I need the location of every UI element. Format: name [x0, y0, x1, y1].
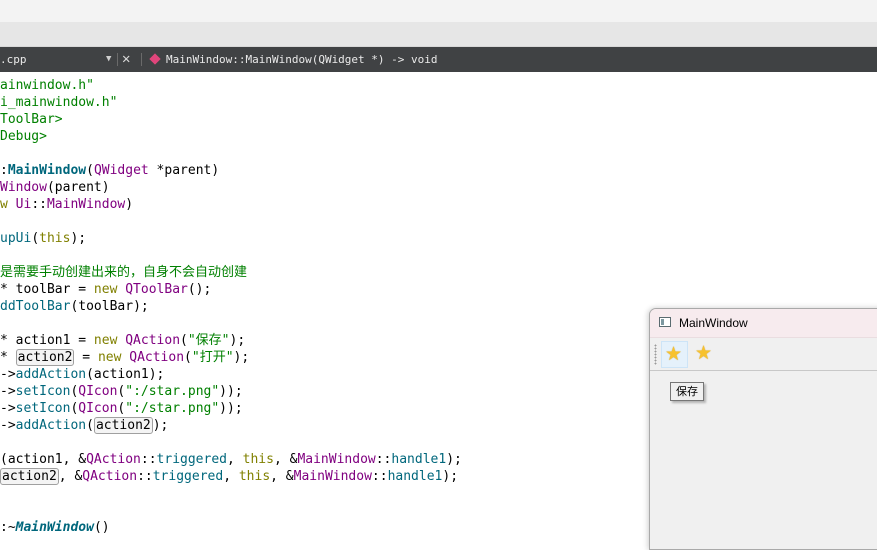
open-action-button[interactable]: ★: [692, 341, 719, 368]
app-window[interactable]: MainWindow ★ ★: [649, 308, 877, 550]
ide-toolbar-strip: [0, 22, 877, 47]
highlighted-symbol: action2: [15, 349, 75, 366]
code-line: ->addAction(action2);: [0, 417, 169, 434]
code-line: * toolBar = new QToolBar();: [0, 282, 212, 297]
code-line: Debug>: [0, 129, 47, 144]
code-line: i_mainwindow.h": [0, 95, 118, 110]
toolbar-tooltip: 保存: [670, 382, 704, 401]
highlighted-symbol: action2: [93, 417, 153, 434]
code-line: * action2 = new QAction("打开");: [0, 349, 250, 366]
save-action-button[interactable]: ★: [661, 341, 688, 368]
highlighted-symbol: action2: [0, 468, 59, 485]
code-line: ->setIcon(QIcon(":/star.png"));: [0, 401, 243, 416]
code-line: :MainWindow(QWidget *parent): [0, 163, 220, 178]
code-line: Window(parent): [0, 180, 110, 195]
tab-divider: [141, 53, 142, 66]
code-comment-line: 是需要手动创建出来的，自身不会自动创建: [0, 265, 248, 280]
code-line: ddToolBar(toolBar);: [0, 299, 149, 314]
code-line: ->setIcon(QIcon(":/star.png"));: [0, 384, 243, 399]
tab-divider: [117, 53, 118, 66]
code-line: (action1, &QAction::triggered, this, &Ma…: [0, 452, 462, 467]
file-dropdown-arrow-icon[interactable]: ▼: [106, 47, 111, 72]
file-selector[interactable]: .cpp: [0, 47, 27, 72]
toolbar-grip-handle[interactable]: [654, 344, 657, 365]
app-window-icon: [659, 317, 671, 327]
code-line: ToolBar>: [0, 112, 63, 127]
code-line: * action1 = new QAction("保存");: [0, 333, 246, 348]
window-title-bar[interactable]: MainWindow: [650, 309, 877, 338]
function-symbol-icon: [149, 53, 161, 65]
symbol-selector[interactable]: MainWindow::MainWindow(QWidget *) -> voi…: [166, 47, 438, 72]
code-line: ->addAction(action1);: [0, 367, 165, 382]
editor-tab-bar: .cpp ▼ ✕ MainWindow::MainWindow(QWidget …: [0, 47, 877, 72]
code-line: action2, &QAction::triggered, this, &Mai…: [0, 468, 459, 485]
code-line: :~MainWindow(): [0, 520, 110, 535]
close-document-icon[interactable]: ✕: [122, 47, 130, 72]
star-icon: ★: [695, 342, 713, 364]
code-line: upUi(this);: [0, 231, 87, 246]
app-toolbar: ★ ★: [650, 338, 877, 371]
window-title: MainWindow: [679, 316, 748, 330]
star-icon: ★: [665, 343, 683, 365]
code-line: ainwindow.h": [0, 78, 94, 93]
code-line: w Ui::MainWindow): [0, 197, 134, 212]
top-bar: [0, 0, 877, 22]
